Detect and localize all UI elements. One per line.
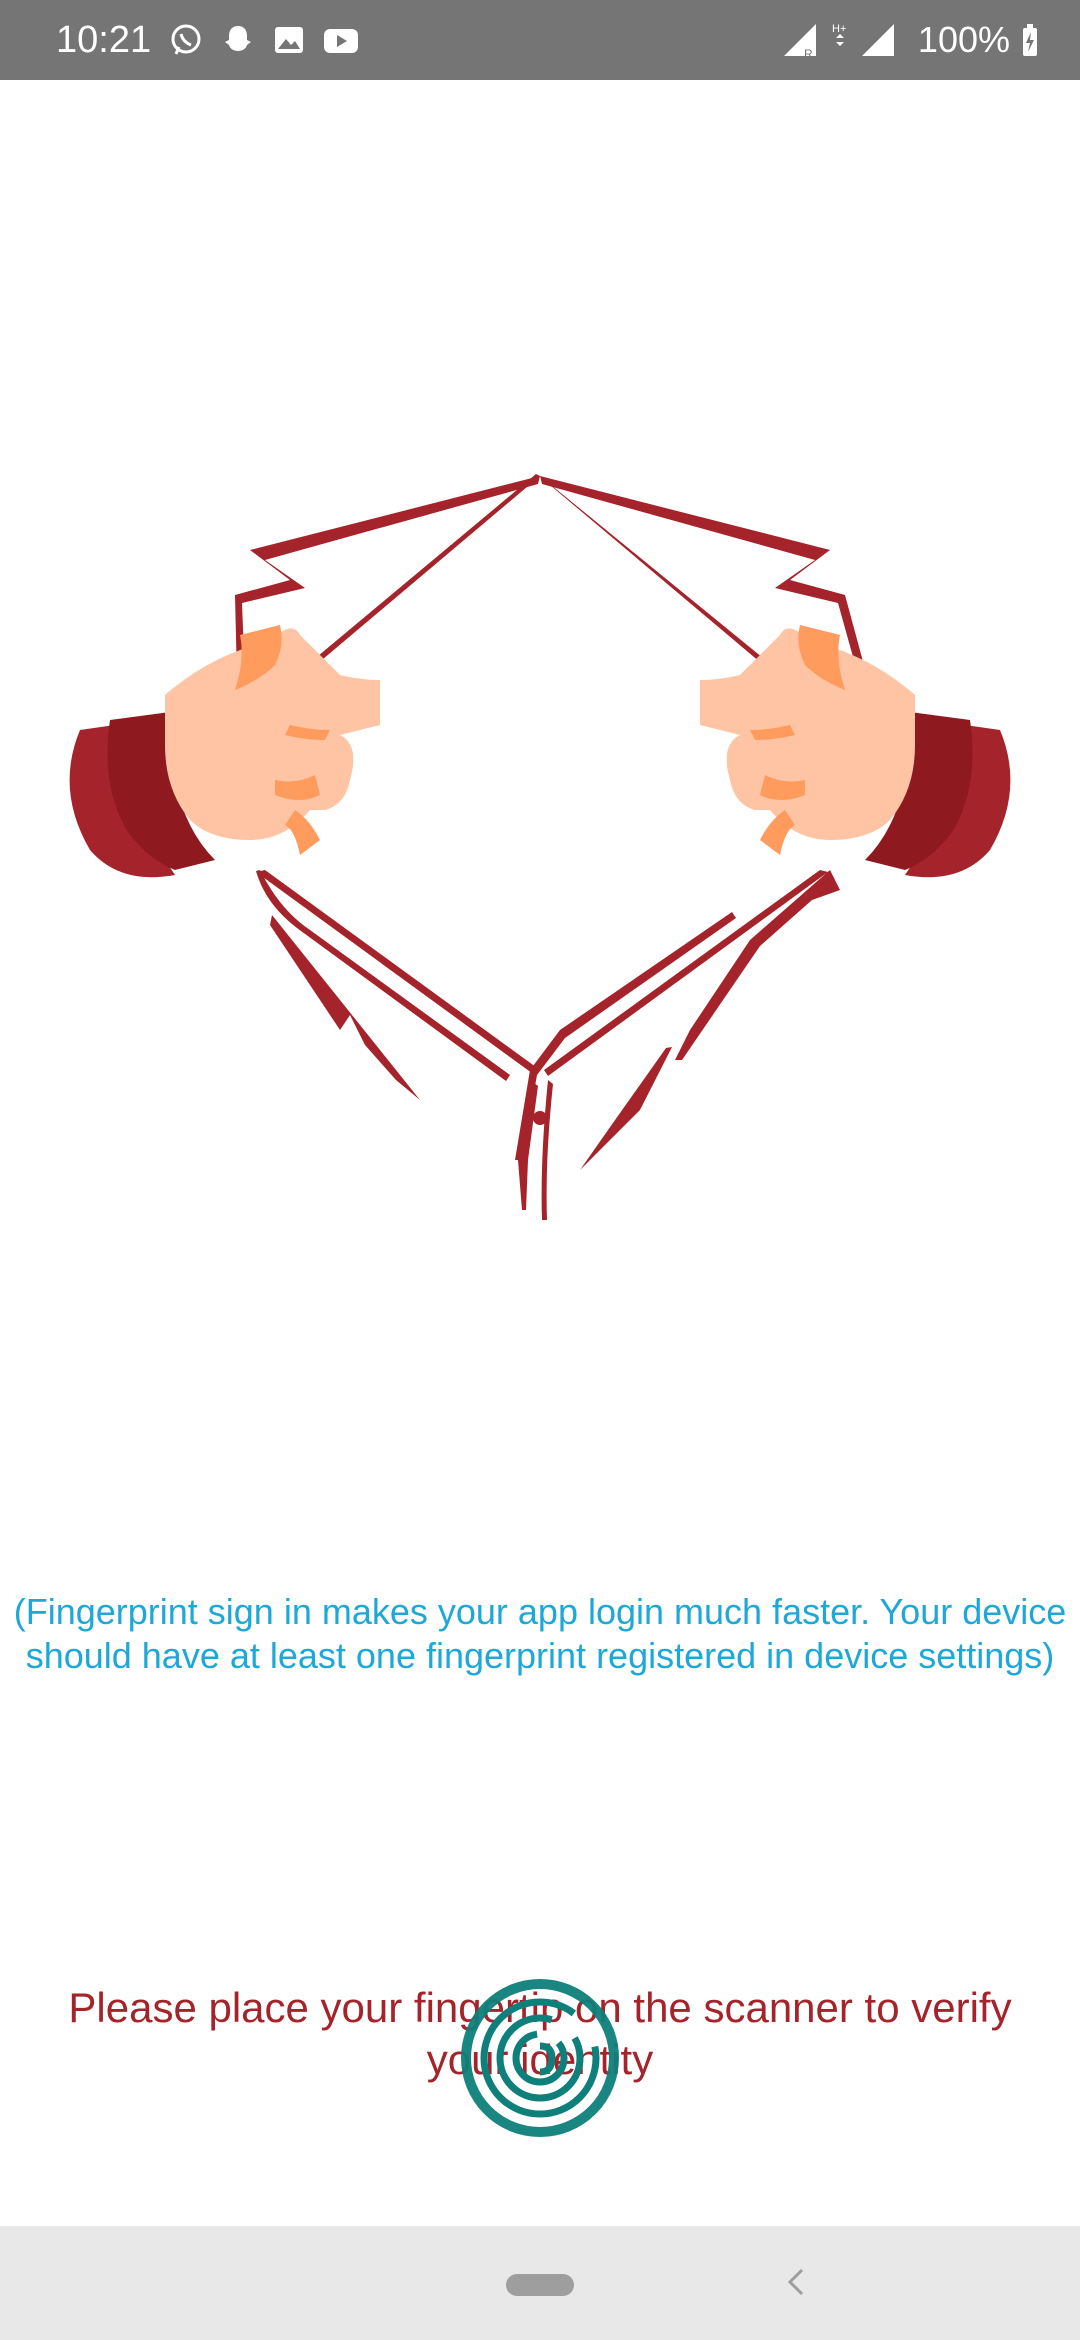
svg-text:H+: H+ bbox=[832, 23, 846, 35]
home-pill-icon[interactable] bbox=[506, 2274, 574, 2296]
whatsapp-icon bbox=[171, 24, 201, 55]
signal-icon bbox=[861, 24, 894, 56]
gallery-icon bbox=[275, 27, 303, 53]
fingerprint-icon[interactable] bbox=[458, 1976, 622, 2140]
shirt-open-hands-illustration bbox=[69, 474, 1011, 1220]
snapchat-icon bbox=[225, 26, 251, 51]
signal-r-icon: R bbox=[783, 24, 816, 60]
fingerprint-info-text: (Fingerprint sign in makes your app logi… bbox=[13, 1591, 1067, 1676]
notification-icons bbox=[168, 18, 360, 62]
navigation-bar bbox=[0, 2226, 1080, 2340]
fingerprint-login-screen: 10:21 R H+ 100% (Fingerprint sign in mak… bbox=[0, 0, 1080, 2340]
svg-text:R: R bbox=[804, 47, 813, 60]
back-chevron-icon[interactable] bbox=[780, 2260, 810, 2304]
battery-charging-icon bbox=[1023, 24, 1037, 56]
battery-percentage: 100% bbox=[917, 19, 1010, 60]
hplus-icon: H+ bbox=[832, 23, 846, 46]
youtube-icon bbox=[324, 29, 358, 53]
status-bar: 10:21 R H+ 100% bbox=[0, 0, 1080, 80]
system-icons: R H+ 100% bbox=[782, 14, 1040, 66]
status-time: 10:21 bbox=[56, 19, 152, 61]
